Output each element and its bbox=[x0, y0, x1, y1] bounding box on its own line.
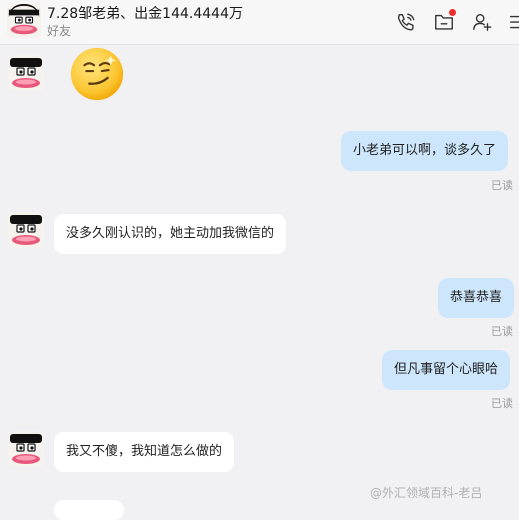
phone-call-icon[interactable] bbox=[395, 11, 417, 33]
message-bubble-outgoing[interactable]: 小老弟可以啊，谈多久了 bbox=[341, 131, 509, 171]
smirk-emoji-sticker[interactable] bbox=[68, 44, 126, 102]
contact-avatar[interactable] bbox=[8, 212, 44, 248]
notification-dot bbox=[449, 9, 456, 16]
contact-avatar[interactable] bbox=[8, 431, 44, 467]
contact-avatar[interactable] bbox=[8, 55, 44, 91]
message-bubble-incoming[interactable]: 没多久刚认识的，她主动加我微信的 bbox=[54, 214, 287, 254]
chat-subtitle: 好友 bbox=[47, 24, 72, 38]
message-bubble-incoming[interactable]: 我又不傻，我知道怎么做的 bbox=[54, 432, 235, 472]
message-bubble-outgoing[interactable]: 但凡事留个心眼哈 bbox=[382, 350, 511, 390]
message-bubble-outgoing[interactable]: 恭喜恭喜 bbox=[438, 278, 515, 318]
read-receipt: 已读 bbox=[491, 397, 513, 410]
add-friend-icon[interactable] bbox=[471, 11, 493, 33]
chat-header: 7.28邹老弟、出金144.4444万 好友 bbox=[0, 0, 519, 45]
contact-avatar[interactable] bbox=[6, 4, 42, 38]
folder-icon[interactable] bbox=[433, 9, 456, 33]
chat-title: 7.28邹老弟、出金144.4444万 bbox=[47, 6, 243, 22]
menu-icon[interactable] bbox=[507, 11, 519, 33]
read-receipt: 已读 bbox=[491, 179, 513, 192]
message-bubble-incoming-partial[interactable] bbox=[54, 500, 124, 520]
read-receipt: 已读 bbox=[491, 325, 513, 338]
watermark: @外汇领域百科-老吕 bbox=[370, 486, 483, 500]
